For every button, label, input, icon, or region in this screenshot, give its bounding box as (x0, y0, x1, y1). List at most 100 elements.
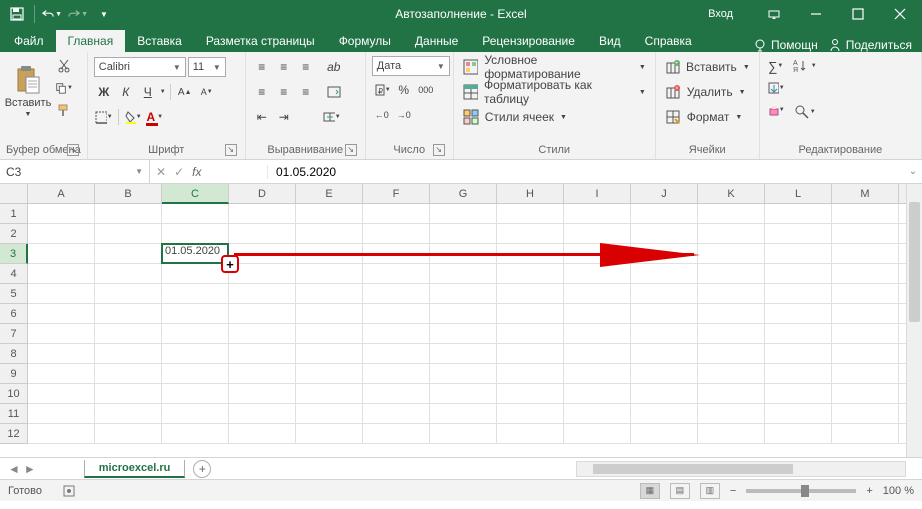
tab-view[interactable]: Вид (587, 30, 633, 52)
cell-I10[interactable] (564, 384, 631, 404)
login-button[interactable]: Вход (697, 5, 744, 23)
cell-B9[interactable] (95, 364, 162, 384)
cell-M7[interactable] (832, 324, 899, 344)
cell-B10[interactable] (95, 384, 162, 404)
cell-D11[interactable] (229, 404, 296, 424)
cell-J4[interactable] (631, 264, 698, 284)
cell-K10[interactable] (698, 384, 765, 404)
cell-H8[interactable] (497, 344, 564, 364)
cell-F6[interactable] (363, 304, 430, 324)
column-header-G[interactable]: G (430, 184, 497, 204)
cell-J6[interactable] (631, 304, 698, 324)
number-launcher-icon[interactable]: ↘ (433, 144, 445, 156)
sheet-nav-next-icon[interactable]: ► (24, 462, 36, 476)
column-header-H[interactable]: H (497, 184, 564, 204)
tell-me-button[interactable]: Помощн (753, 38, 818, 52)
maximize-icon[interactable] (838, 0, 878, 28)
cut-icon[interactable] (54, 56, 74, 76)
cell-B1[interactable] (95, 204, 162, 224)
wrap-text-icon[interactable] (324, 82, 344, 102)
sheet-tab[interactable]: microexcel.ru (84, 460, 186, 478)
tab-review[interactable]: Рецензирование (470, 30, 587, 52)
cell-I4[interactable] (564, 264, 631, 284)
insert-cells-button[interactable]: +Вставить▼ (662, 56, 753, 78)
cell-L4[interactable] (765, 264, 832, 284)
column-header-B[interactable]: B (95, 184, 162, 204)
cell-L10[interactable] (765, 384, 832, 404)
cell-C10[interactable] (162, 384, 229, 404)
cell-F4[interactable] (363, 264, 430, 284)
cell-A1[interactable] (28, 204, 95, 224)
cell-E4[interactable] (296, 264, 363, 284)
align-top-icon[interactable]: ≡ (252, 57, 272, 77)
cell-C7[interactable] (162, 324, 229, 344)
cell-J8[interactable] (631, 344, 698, 364)
cell-M9[interactable] (832, 364, 899, 384)
cell-D4[interactable] (229, 264, 296, 284)
zoom-in-button[interactable]: + (866, 485, 872, 497)
cell-J10[interactable] (631, 384, 698, 404)
grow-font-icon[interactable]: A▲ (175, 82, 195, 102)
column-header-K[interactable]: K (698, 184, 765, 204)
tab-formulas[interactable]: Формулы (327, 30, 403, 52)
cell-H7[interactable] (497, 324, 564, 344)
format-cells-button[interactable]: Формат▼ (662, 106, 753, 128)
cell-K12[interactable] (698, 424, 765, 444)
row-header-12[interactable]: 12 (0, 424, 28, 444)
underline-button[interactable]: Ч (138, 82, 158, 102)
cell-A9[interactable] (28, 364, 95, 384)
cell-C6[interactable] (162, 304, 229, 324)
cell-D8[interactable] (229, 344, 296, 364)
cell-H5[interactable] (497, 284, 564, 304)
expand-formula-bar-icon[interactable]: ⌄ (904, 166, 922, 177)
cell-K1[interactable] (698, 204, 765, 224)
cell-B7[interactable] (95, 324, 162, 344)
decrease-decimal-icon[interactable]: →0 (394, 105, 414, 125)
cell-C9[interactable] (162, 364, 229, 384)
cell-D12[interactable] (229, 424, 296, 444)
delete-cells-button[interactable]: ×Удалить▼ (662, 81, 753, 103)
cell-styles-button[interactable]: Стили ячеек▼ (460, 106, 649, 128)
cell-E5[interactable] (296, 284, 363, 304)
row-header-2[interactable]: 2 (0, 224, 28, 244)
cell-L9[interactable] (765, 364, 832, 384)
cell-C8[interactable] (162, 344, 229, 364)
cell-F5[interactable] (363, 284, 430, 304)
italic-button[interactable]: К (116, 82, 136, 102)
zoom-out-button[interactable]: − (730, 485, 736, 497)
cell-M1[interactable] (832, 204, 899, 224)
cell-B12[interactable] (95, 424, 162, 444)
cell-A2[interactable] (28, 224, 95, 244)
cell-I6[interactable] (564, 304, 631, 324)
accounting-format-icon[interactable]: ₽▼ (372, 80, 392, 100)
cell-K9[interactable] (698, 364, 765, 384)
fx-icon[interactable]: fx (192, 165, 201, 179)
cell-H4[interactable] (497, 264, 564, 284)
bold-button[interactable]: Ж (94, 82, 114, 102)
cell-G6[interactable] (430, 304, 497, 324)
cell-G4[interactable] (430, 264, 497, 284)
cell-E10[interactable] (296, 384, 363, 404)
save-icon[interactable] (6, 3, 28, 25)
cell-E9[interactable] (296, 364, 363, 384)
row-header-7[interactable]: 7 (0, 324, 28, 344)
cell-K7[interactable] (698, 324, 765, 344)
cell-C2[interactable] (162, 224, 229, 244)
cell-C5[interactable] (162, 284, 229, 304)
cell-L3[interactable] (765, 244, 832, 264)
cell-K6[interactable] (698, 304, 765, 324)
cell-A11[interactable] (28, 404, 95, 424)
cell-D9[interactable] (229, 364, 296, 384)
cell-I2[interactable] (564, 224, 631, 244)
cell-H11[interactable] (497, 404, 564, 424)
cell-I7[interactable] (564, 324, 631, 344)
cell-L12[interactable] (765, 424, 832, 444)
increase-decimal-icon[interactable]: ←0 (372, 105, 392, 125)
row-header-4[interactable]: 4 (0, 264, 28, 284)
comma-icon[interactable]: 000 (416, 80, 436, 100)
format-as-table-button[interactable]: Форматировать как таблицу▼ (460, 81, 649, 103)
cell-H6[interactable] (497, 304, 564, 324)
cell-I11[interactable] (564, 404, 631, 424)
tab-help[interactable]: Справка (633, 30, 704, 52)
cell-H12[interactable] (497, 424, 564, 444)
